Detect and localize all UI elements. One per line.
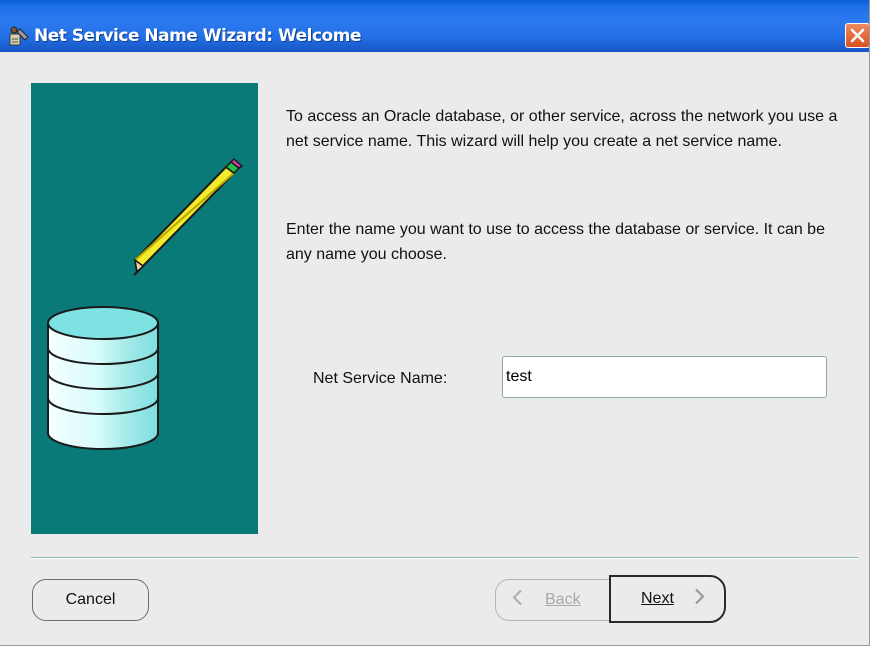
database-icon: [47, 306, 159, 450]
next-button-label: Next: [641, 590, 674, 607]
net-service-name-input[interactable]: [502, 356, 827, 398]
wizard-window: Net Service Name Wizard: Welcome To acce…: [0, 0, 870, 646]
back-button-label: Back: [545, 591, 581, 608]
next-button[interactable]: Next: [609, 575, 726, 623]
intro-text: To access an Oracle database, or other s…: [286, 108, 838, 150]
window-title: Net Service Name Wizard: Welcome: [34, 26, 361, 46]
cancel-button-label: Cancel: [65, 591, 116, 608]
title-bar[interactable]: Net Service Name Wizard: Welcome: [0, 0, 869, 52]
net-service-name-label: Net Service Name:: [313, 370, 448, 387]
back-button[interactable]: Back: [495, 579, 609, 621]
chevron-left-icon: [510, 589, 524, 612]
pencil-icon: [133, 157, 244, 276]
close-icon: [850, 28, 865, 43]
close-button[interactable]: [845, 23, 869, 48]
wizard-illustration: [31, 83, 258, 534]
wizard-tools-icon: [8, 25, 30, 47]
chevron-right-icon: [693, 588, 707, 611]
instruction-text: Enter the name you want to use to access…: [286, 221, 825, 263]
cancel-button[interactable]: Cancel: [32, 579, 149, 621]
button-divider: [31, 557, 858, 559]
